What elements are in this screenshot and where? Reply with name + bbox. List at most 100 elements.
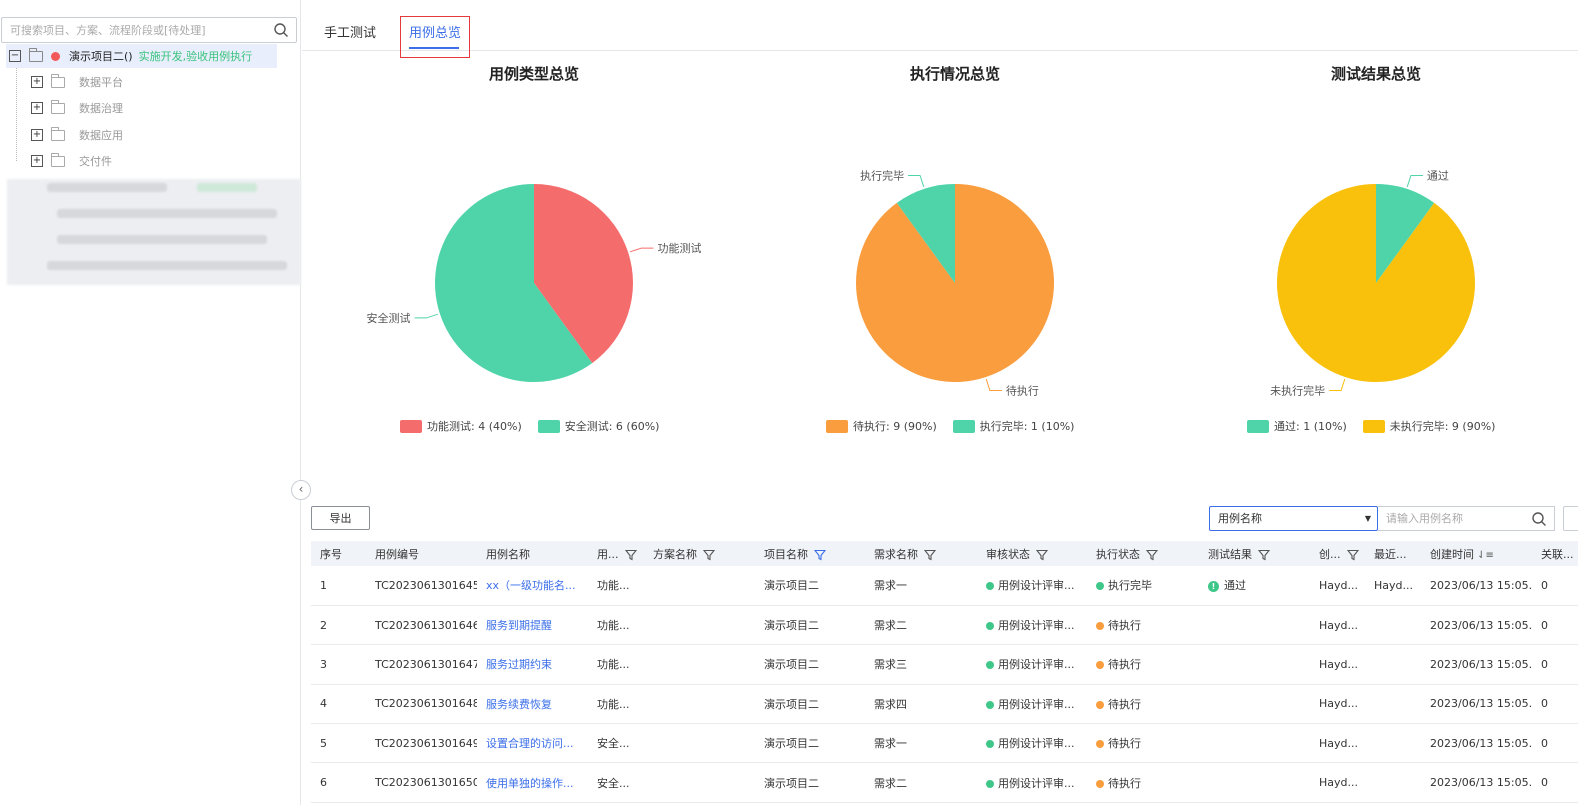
search-icon[interactable] <box>1531 511 1547 527</box>
export-button[interactable]: 导出 <box>311 506 370 530</box>
table-row[interactable]: 3 TC2023061301647 服务过期约束 功能... 演示项目二 需求三 用例设计评… <box>311 644 1578 685</box>
column-header[interactable]: 用... <box>588 541 644 566</box>
column-header[interactable]: 用例名称 <box>477 541 588 566</box>
expand-toggle-icon[interactable]: + <box>31 155 43 167</box>
cell-text: 0 <box>1541 697 1548 711</box>
cell-exec: 待执行 <box>1087 684 1199 725</box>
cell-type: 功能... <box>588 684 644 725</box>
cell-recent <box>1365 644 1421 685</box>
cell-result <box>1199 762 1310 803</box>
column-header-label: 创建时间 <box>1430 547 1474 561</box>
column-header[interactable]: 项目名称 <box>755 541 865 566</box>
expand-toggle-icon[interactable]: + <box>31 76 43 88</box>
legend-swatch <box>1247 419 1269 433</box>
cell-name[interactable]: xx（一级功能名... <box>477 566 588 606</box>
legend-item[interactable]: 待执行: 9 (90%) <box>826 418 937 434</box>
filter-search-box[interactable] <box>1378 506 1555 531</box>
cell-name[interactable]: 使用单独的操作... <box>477 762 588 803</box>
cell-review: 用例设计评审... <box>977 644 1087 685</box>
cell-text: TC2023061301649 <box>375 736 477 750</box>
filter-icon[interactable] <box>924 549 936 561</box>
column-header[interactable]: 审核状态 <box>977 541 1087 566</box>
filter-search-input[interactable] <box>1378 507 1528 530</box>
cell-text: Hayd... <box>1319 657 1358 671</box>
filter-icon[interactable] <box>1346 549 1359 561</box>
sort-icon[interactable]: ⇃≡ <box>1474 550 1494 561</box>
cell-text: 3 <box>320 657 327 671</box>
cell-rel: 0 <box>1532 723 1578 764</box>
cell-req: 需求二 <box>865 762 977 803</box>
cell-text: 2023/06/13 15:05... <box>1430 697 1532 711</box>
column-header[interactable]: 创建时间 ⇃≡ <box>1421 541 1532 566</box>
legend-item[interactable]: 功能测试: 4 (40%) <box>400 418 522 434</box>
cell-text: 2023/06/13 15:05... <box>1430 736 1532 750</box>
column-header[interactable]: 序号 <box>311 541 366 566</box>
column-header[interactable]: 用例编号 <box>366 541 477 566</box>
collapse-sidebar-button[interactable]: ‹ <box>291 480 311 500</box>
cell-created: 2023/06/13 15:05... <box>1421 684 1532 725</box>
filter-icon[interactable] <box>814 549 826 561</box>
cell-text: 待执行 <box>1108 697 1141 711</box>
tree-node-root[interactable]: − 演示项目二() 实施开发,验收用例执行 <box>6 44 277 68</box>
table-row[interactable]: 1 TC2023061301645 xx（一级功能名... 功能... 演示项目二 需求一… <box>311 566 1578 606</box>
table-row[interactable]: 6 TC2023061301650 使用单独的操作... 安全... 演示项目二 需求二 用… <box>311 762 1578 803</box>
search-icon[interactable] <box>273 22 289 38</box>
column-header[interactable]: 需求名称 <box>865 541 977 566</box>
slice-label: 通过 <box>1427 170 1449 183</box>
status-dot <box>1096 779 1104 788</box>
column-header[interactable]: 创... <box>1310 541 1365 566</box>
cell-name[interactable]: 设置合理的访问... <box>477 723 588 764</box>
cell-name[interactable]: 服务过期约束 <box>477 644 588 685</box>
expand-toggle-icon[interactable]: + <box>31 129 43 141</box>
collapse-toggle-icon[interactable]: − <box>9 50 21 62</box>
cell-text: 通过 <box>1224 579 1246 593</box>
tab-manual-test[interactable]: 手工测试 <box>324 22 376 41</box>
tree-search-input[interactable] <box>2 18 262 42</box>
more-options-button[interactable] <box>1563 506 1578 531</box>
filter-icon[interactable] <box>1258 549 1270 561</box>
cell-code: TC2023061301648 <box>366 684 477 725</box>
column-header[interactable]: 最近... <box>1365 541 1421 566</box>
filter-icon[interactable] <box>703 549 715 561</box>
tree-node-child[interactable]: + 数据应用 <box>28 124 123 146</box>
legend-item[interactable]: 通过: 1 (10%) <box>1247 418 1347 434</box>
column-header[interactable]: 关联... <box>1532 541 1578 566</box>
cell-name[interactable]: 服务到期提醒 <box>477 605 588 646</box>
legend-item[interactable]: 执行完毕: 1 (10%) <box>952 418 1074 434</box>
cell-text: TC2023061301650 <box>375 776 477 790</box>
table-row[interactable]: 5 TC2023061301649 设置合理的访问... 安全... 演示项目二 需求一 用… <box>311 723 1578 764</box>
table-row[interactable]: 2 TC2023061301646 服务到期提醒 功能... 演示项目二 需求二 用例设计评… <box>311 605 1578 646</box>
cell-creator: Hayd... <box>1310 762 1365 803</box>
case-table: 序号 用例编号 用例名称 用... 方案名称 项目名称 需求名称 审核状态 执行状态 测试结果 创.… <box>311 541 1578 803</box>
cell-text: 安全... <box>597 776 630 790</box>
column-header-label: 审核状态 <box>986 547 1030 561</box>
filter-icon[interactable] <box>624 549 637 561</box>
legend-label: 功能测试: 4 (40%) <box>427 420 522 433</box>
cell-text: 用例设计评审... <box>998 619 1075 633</box>
table-row[interactable]: 4 TC2023061301648 服务续费恢复 功能... 演示项目二 需求四 用例设计评… <box>311 684 1578 725</box>
cell-req: 需求二 <box>865 605 977 646</box>
legend-item[interactable]: 未执行完毕: 9 (90%) <box>1362 418 1495 434</box>
cell-recent: Hayd... <box>1365 566 1421 606</box>
column-header[interactable]: 方案名称 <box>644 541 755 566</box>
tree-search-box[interactable] <box>1 17 297 43</box>
cell-exec: 待执行 <box>1087 644 1199 685</box>
column-header[interactable]: 测试结果 <box>1199 541 1310 566</box>
tree-node-child[interactable]: + 交付件 <box>28 150 112 172</box>
filter-field-select[interactable]: 用例名称 ▼ <box>1209 506 1378 531</box>
legend-label: 通过: 1 (10%) <box>1274 420 1347 433</box>
legend-item[interactable]: 安全测试: 6 (60%) <box>537 418 659 434</box>
tree-node-child[interactable]: + 数据平台 <box>28 71 123 93</box>
column-header-label: 用例编号 <box>375 547 419 561</box>
label-leader-line <box>1329 378 1346 391</box>
expand-toggle-icon[interactable]: + <box>31 102 43 114</box>
tree-node-child[interactable]: + 数据治理 <box>28 97 123 119</box>
filter-icon[interactable] <box>1146 549 1158 561</box>
cell-recent <box>1365 684 1421 725</box>
pie-slice[interactable] <box>1277 184 1475 383</box>
column-header[interactable]: 执行状态 <box>1087 541 1199 566</box>
cell-created: 2023/06/13 15:05... <box>1421 605 1532 646</box>
filter-icon[interactable] <box>1036 549 1048 561</box>
main-panel: 手工测试 用例总览 用例类型总览 执行情况总览 测试结果总览 功能测试 安全测试待… <box>302 0 1578 805</box>
cell-name[interactable]: 服务续费恢复 <box>477 684 588 725</box>
